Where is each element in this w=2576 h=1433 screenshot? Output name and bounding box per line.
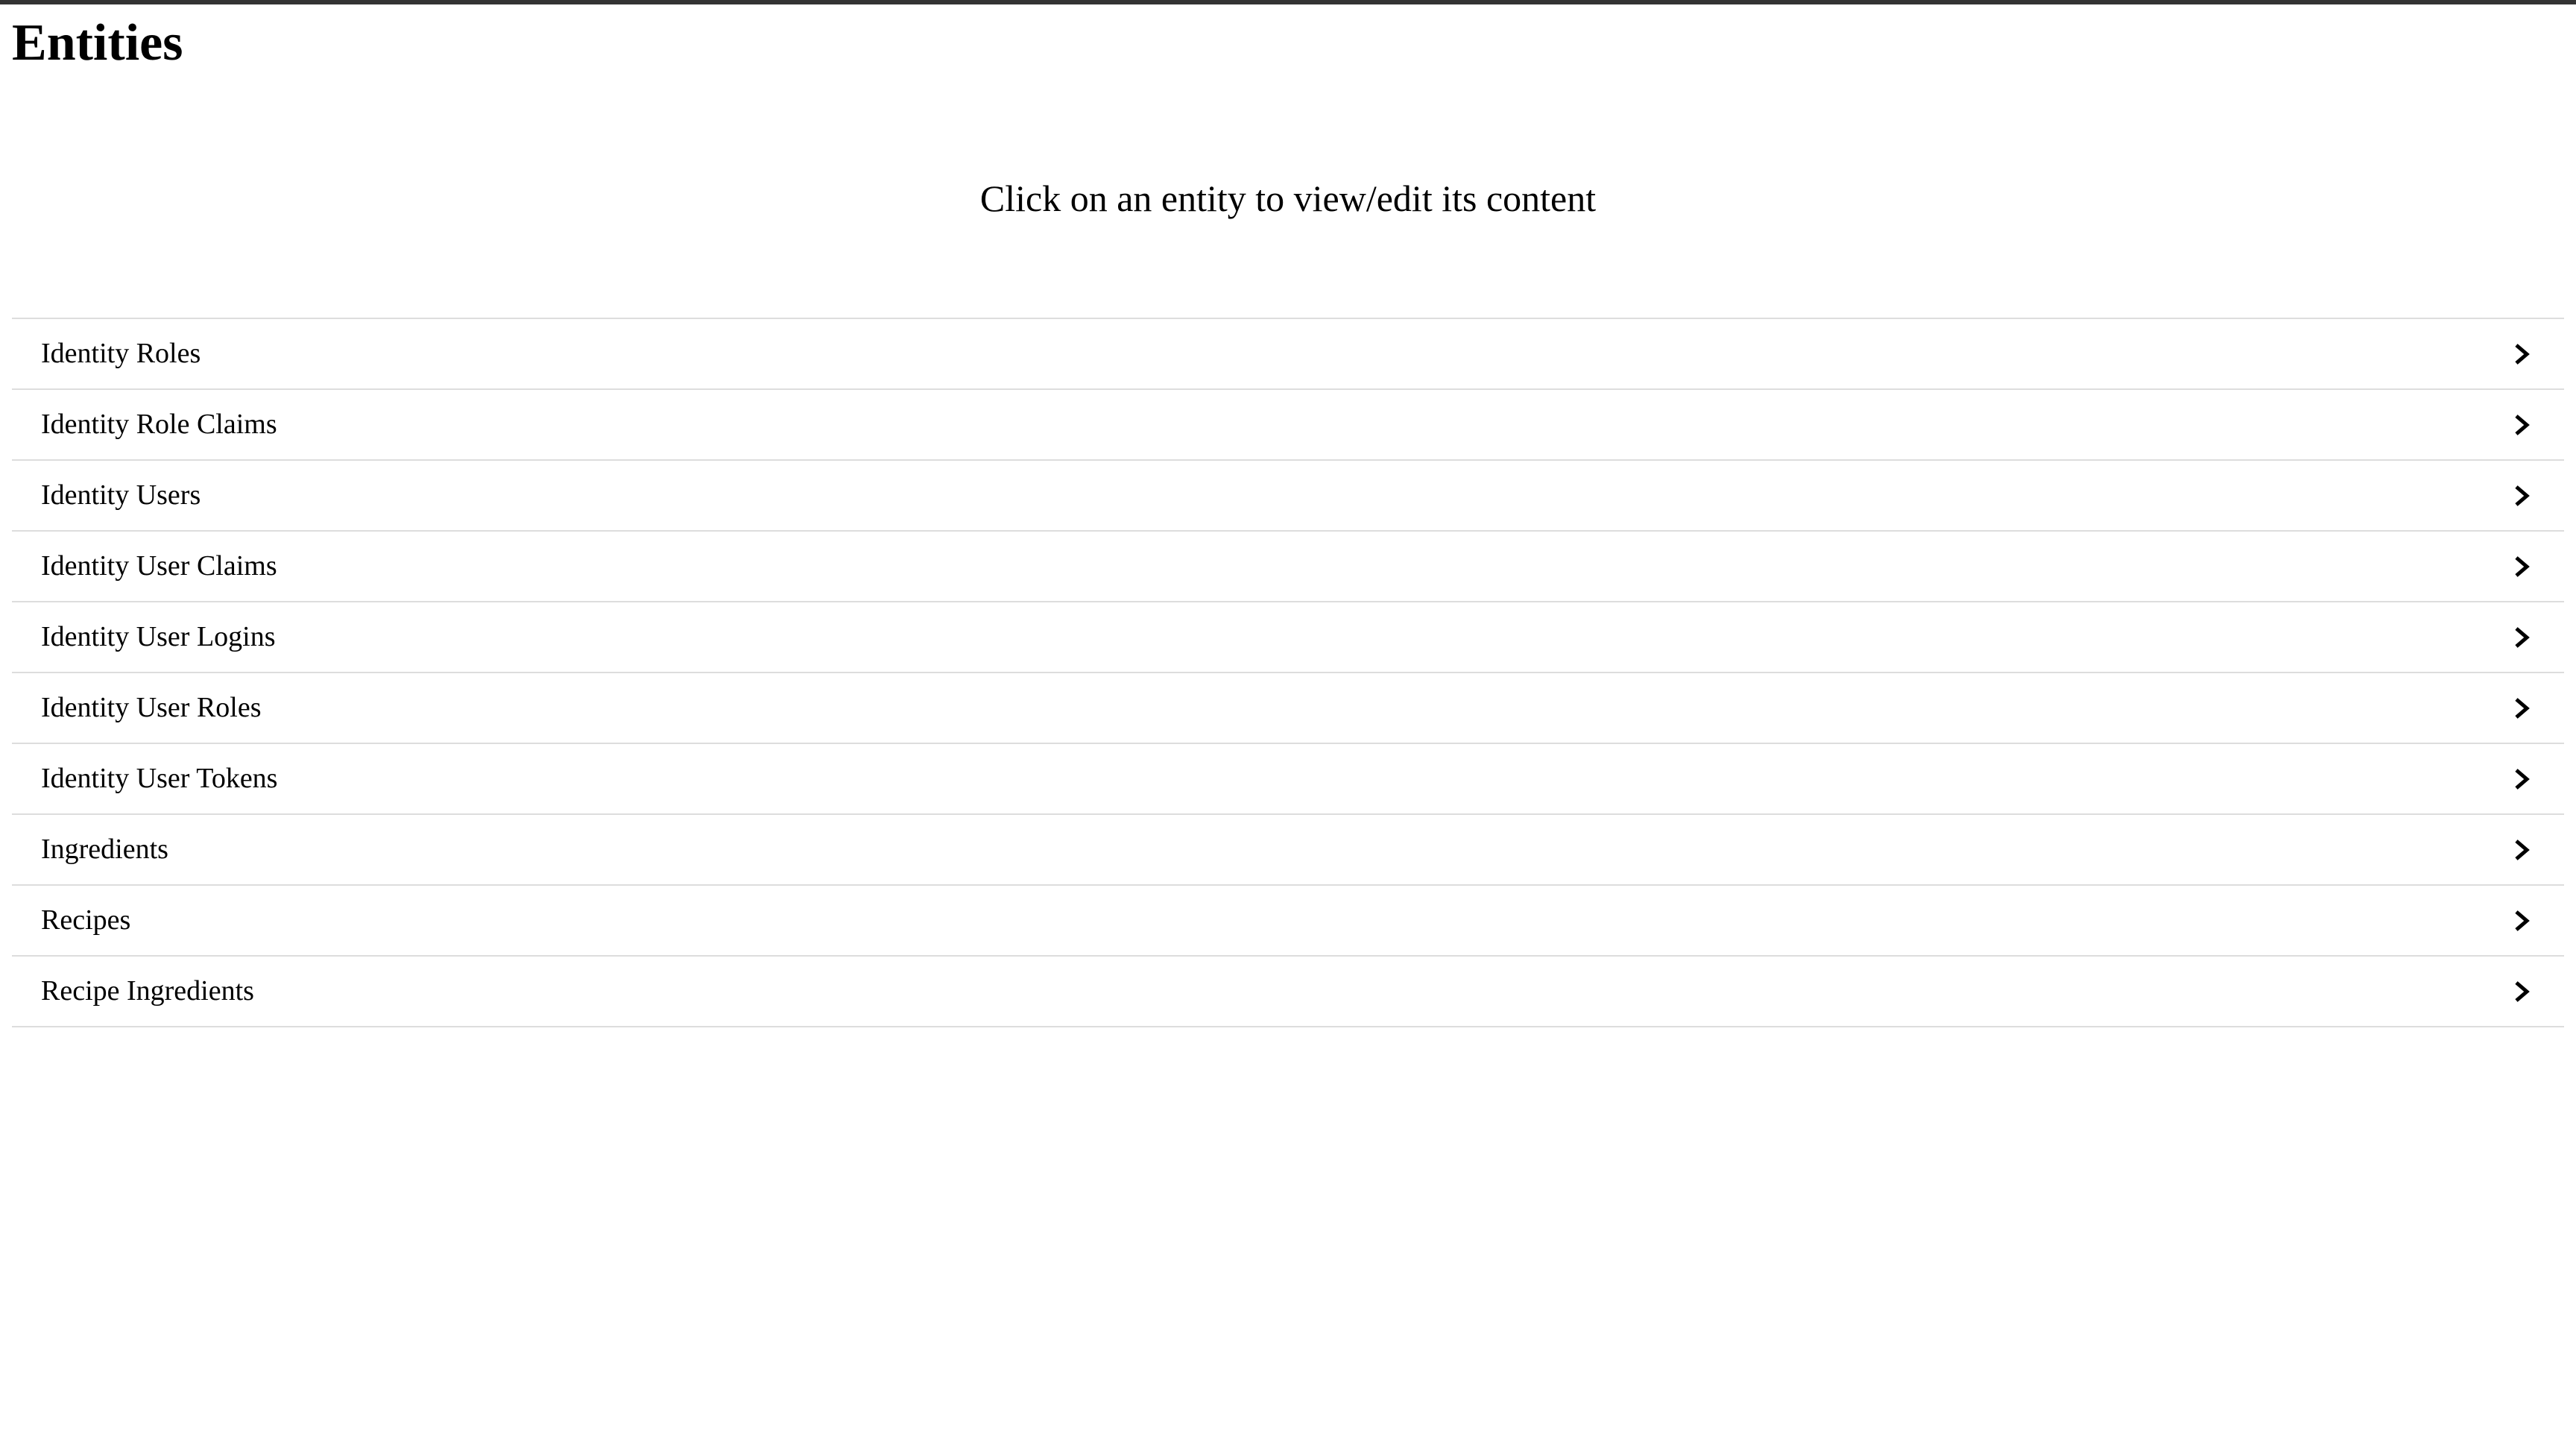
chevron-right-icon [2512,485,2531,506]
entity-label: Ingredients [41,834,168,865]
entity-row-identity-user-claims[interactable]: Identity User Claims [12,532,2564,602]
entity-label: Identity Roles [41,338,201,369]
entity-label: Identity User Roles [41,692,262,723]
entity-row-identity-role-claims[interactable]: Identity Role Claims [12,390,2564,461]
entity-label: Identity User Tokens [41,763,278,794]
chevron-right-icon [2512,556,2531,577]
entity-label: Identity Role Claims [41,409,277,440]
chevron-right-icon [2512,840,2531,860]
page-title: Entities [12,14,183,72]
instruction-text: Click on an entity to view/edit its cont… [979,177,1597,219]
entity-row-recipe-ingredients[interactable]: Recipe Ingredients [12,957,2564,1027]
entity-label: Identity User Claims [41,550,277,582]
chevron-right-icon [2512,981,2531,1002]
chevron-right-icon [2512,627,2531,648]
top-border-bar [0,0,2576,4]
entity-row-identity-user-roles[interactable]: Identity User Roles [12,673,2564,744]
entity-row-identity-users[interactable]: Identity Users [12,461,2564,532]
chevron-right-icon [2512,415,2531,435]
entity-label: Recipe Ingredients [41,975,254,1007]
entity-list: Identity Roles Identity Role Claims Iden… [12,318,2564,1027]
entity-row-identity-user-tokens[interactable]: Identity User Tokens [12,744,2564,815]
chevron-right-icon [2512,344,2531,365]
chevron-right-icon [2512,910,2531,931]
chevron-right-icon [2512,698,2531,719]
chevron-right-icon [2512,769,2531,790]
entity-label: Identity Users [41,479,201,511]
entity-row-identity-roles[interactable]: Identity Roles [12,319,2564,390]
entity-label: Recipes [41,904,131,936]
entity-row-recipes[interactable]: Recipes [12,886,2564,957]
entity-row-ingredients[interactable]: Ingredients [12,815,2564,886]
entity-row-identity-user-logins[interactable]: Identity User Logins [12,602,2564,673]
entity-label: Identity User Logins [41,621,276,652]
